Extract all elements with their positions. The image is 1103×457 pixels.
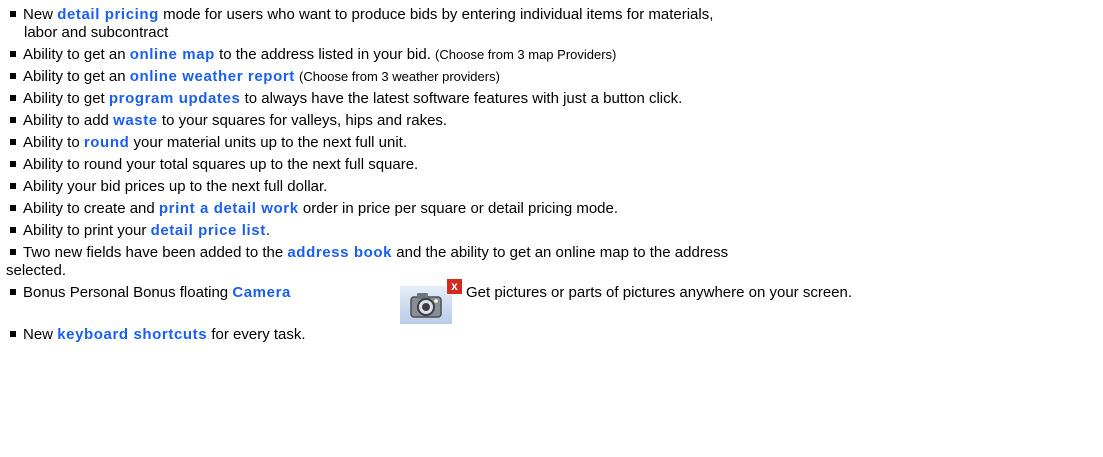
bullet [10,139,16,146]
item-text: Ability to get an [23,46,130,63]
list-item: Ability your bid prices up to the next f… [4,178,327,196]
item-text: Ability to [23,134,84,151]
item-text: to always have the latest software featu… [240,90,683,107]
list-item: Ability to round your total squares up t… [4,156,418,174]
bullet [10,117,16,124]
bullet [10,249,16,256]
item-text: Get pictures or parts of pictures anywhe… [466,284,853,301]
online-weather-report-link[interactable]: online weather report [130,68,295,85]
list-item: Ability to add waste to your squares for… [4,112,447,130]
list-item: New keyboard shortcuts for every task. [4,326,306,344]
item-text: Ability to get [23,90,109,107]
item-text: Ability to get an [23,68,130,85]
bullet [10,183,16,190]
item-continuation: selected. [6,262,67,279]
item-text: Ability your bid prices up to the next f… [23,178,328,195]
bullet [10,73,16,80]
item-text: Ability to add [23,112,114,129]
item-text: New [23,326,58,343]
item-text: Two new fields have been added to the [23,244,288,261]
round-link[interactable]: round [84,134,130,151]
item-text: and the ability to get an online map to … [392,244,729,261]
feature-list: New detail pricing mode for users who wa… [0,0,1103,457]
item-text: your material units up to the next full … [129,134,408,151]
list-item: Ability to round your material units up … [4,134,407,152]
detail-price-list-link[interactable]: detail price list [151,222,266,239]
list-item: Two new fields have been added to the ad… [4,244,728,262]
close-icon[interactable]: x [446,278,463,295]
bullet [10,161,16,168]
bullet [10,289,16,296]
item-text: mode for users who want to produce bids … [158,6,714,23]
item-text: Bonus Personal Bonus floating [23,284,233,301]
item-text: New [23,6,58,23]
detail-pricing-link[interactable]: detail pricing [57,6,159,23]
camera-icon-graphic [410,293,442,318]
bullet [10,51,16,58]
bullet [10,205,16,212]
item-text: for every task. [207,326,306,343]
item-text: order in price per square or detail pric… [298,200,619,217]
list-item: Ability to create and print a detail wor… [4,200,618,218]
list-item: Bonus Personal Bonus floating Camera [4,284,291,302]
item-note: (Choose from 3 map Providers) [435,47,617,62]
item-note: (Choose from 3 weather providers) [299,69,500,84]
item-continuation: labor and subcontract [24,24,169,41]
item-text: Ability to round your total squares up t… [23,156,419,173]
camera-icon [400,286,452,324]
list-item: Ability to get an online map to the addr… [4,46,616,64]
keyboard-shortcuts-link[interactable]: keyboard shortcuts [57,326,207,343]
bullet [10,331,16,338]
program-updates-link[interactable]: program updates [109,90,241,107]
camera-link[interactable]: Camera [232,284,291,301]
bullet [10,11,16,18]
list-item: Ability to print your detail price list. [4,222,270,240]
print-detail-work-link[interactable]: print a detail work [159,200,299,217]
list-item: New detail pricing mode for users who wa… [4,6,713,24]
item-text: . [265,222,270,239]
item-text: Ability to print your [23,222,151,239]
bullet [10,95,16,102]
list-item: Ability to get an online weather report … [4,68,500,86]
camera-widget[interactable]: x [400,278,463,324]
bullet [10,227,16,234]
item-text: to the address listed in your bid. [214,46,436,63]
online-map-link[interactable]: online map [130,46,215,63]
address-book-link[interactable]: address book [287,244,392,261]
item-text: Ability to create and [23,200,159,217]
list-item: Ability to get program updates to always… [4,90,682,108]
item-text: to your squares for valleys, hips and ra… [157,112,448,129]
waste-link[interactable]: waste [113,112,158,129]
